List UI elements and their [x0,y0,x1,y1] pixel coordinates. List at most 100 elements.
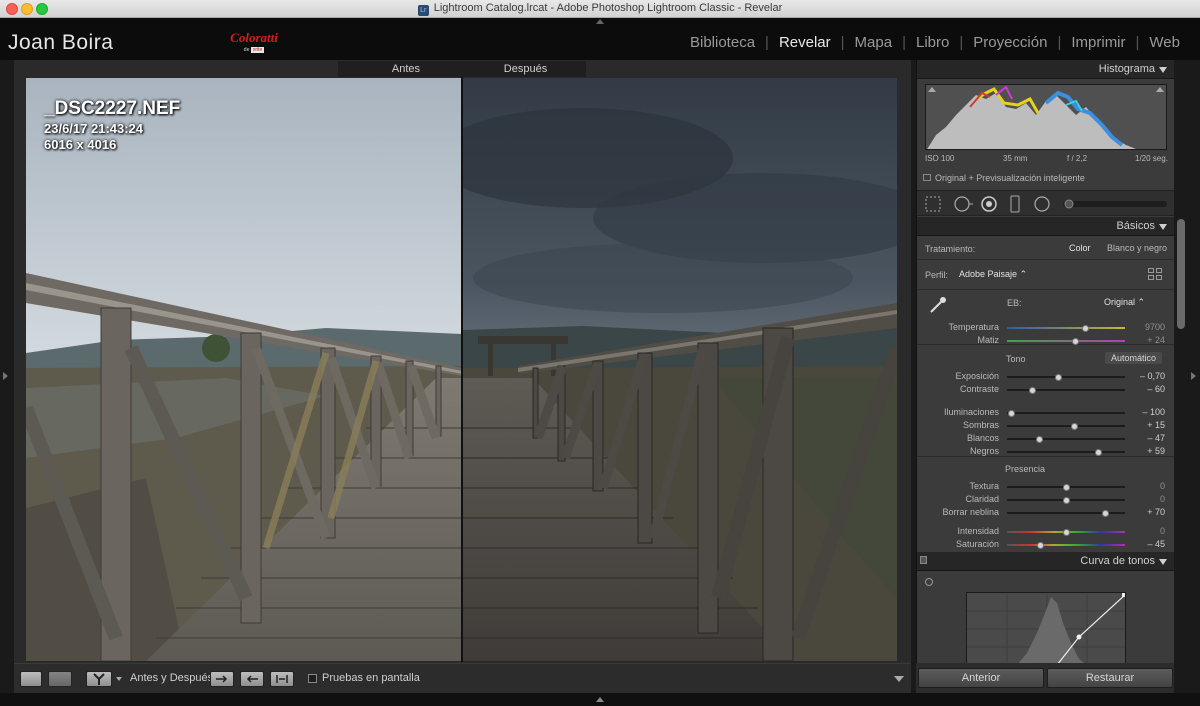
loupe-view-button[interactable] [20,671,42,687]
iluminaciones-slider-handle[interactable] [1007,409,1015,417]
sombras-value[interactable]: + 15 [1131,420,1165,430]
module-imprimir[interactable]: Imprimir [1061,34,1135,51]
tone-curve-header[interactable]: Curva de tonos [917,552,1174,571]
reset-button[interactable]: Restaurar [1047,668,1173,688]
right-panel-collapse-icon[interactable] [1191,372,1196,380]
after-photo[interactable] [463,78,897,661]
previous-settings-button[interactable]: Anterior [918,668,1044,688]
white-balance-eyedropper-icon[interactable] [926,294,948,316]
intensidad-value[interactable]: 0 [1131,526,1165,536]
matiz-label: Matiz [977,335,999,345]
exposicion-label: Exposición [955,371,999,381]
exposicion-value[interactable]: – 0,70 [1131,371,1165,381]
red-eye-tool-icon [981,196,997,212]
saturacion-slider[interactable] [1007,541,1125,549]
module-picker: Biblioteca | Revelar | Mapa | Libro | Proyección… [680,34,1190,51]
module-proyeccion[interactable]: Proyección [963,34,1057,51]
profile-label: Perfil: [925,270,949,280]
histogram-header[interactable]: Histograma [917,60,1174,79]
intensidad-slider[interactable] [1007,528,1125,536]
matiz-value[interactable]: + 24 [1131,335,1165,345]
borrar-neblina-slider-handle[interactable] [1101,509,1109,517]
claridad-value[interactable]: 0 [1131,494,1165,504]
exposicion-slider[interactable] [1007,373,1125,381]
tone-curve-graph[interactable] [966,592,1126,663]
right-panel-scrollbar[interactable] [1177,219,1185,329]
iluminaciones-slider[interactable] [1007,409,1125,417]
negros-value[interactable]: + 59 [1131,446,1165,456]
matiz-slider-handle[interactable] [1072,337,1080,345]
claridad-slider[interactable] [1007,496,1125,504]
module-web[interactable]: Web [1139,34,1190,51]
contraste-value[interactable]: – 60 [1131,384,1165,394]
saturacion-label: Saturación [955,539,999,549]
iluminaciones-value[interactable]: – 100 [1131,407,1165,417]
negros-slider-handle[interactable] [1094,448,1102,456]
stepper-arrows-icon: ⌃ [1137,297,1146,307]
targeted-adjustment-icon[interactable] [925,578,933,586]
blancos-slider-handle[interactable] [1035,435,1043,443]
profile-browser-icon[interactable] [1148,267,1162,280]
intensidad-label: Intensidad [957,526,999,536]
module-biblioteca[interactable]: Biblioteca [680,34,765,51]
profile-dropdown[interactable]: Adobe Paisaje ⌃ [959,269,1027,280]
module-revelar[interactable]: Revelar [769,34,841,51]
treatment-bw-option[interactable]: Blanco y negro [1107,243,1167,253]
soft-proofing-checkbox[interactable] [308,674,317,683]
before-photo[interactable]: _DSC2227.NEF 23/6/17 21:43:24 6016 x 401… [26,78,462,661]
identity-plate: Joan Boira [8,31,114,54]
copy-before-to-after-button[interactable] [210,671,234,687]
top-panel: Joan Boira Coloratti de xrite Biblioteca… [0,18,1200,60]
photo-filename: _DSC2227.NEF [44,98,181,119]
blancos-value[interactable]: – 47 [1131,433,1165,443]
borrar-neblina-slider[interactable] [1007,509,1125,517]
borrar-neblina-value[interactable]: + 70 [1131,507,1165,517]
intensidad-slider-handle[interactable] [1063,528,1070,536]
filmstrip-expand-icon[interactable] [596,697,604,702]
top-panel-collapse-icon[interactable] [596,19,604,24]
exposicion-slider-handle[interactable] [1054,373,1062,381]
contraste-slider-handle[interactable] [1028,386,1036,394]
textura-slider[interactable] [1007,483,1125,491]
saturacion-value[interactable]: – 45 [1131,539,1165,549]
matiz-slider[interactable] [1007,337,1125,345]
temperatura-slider[interactable] [1007,324,1125,332]
temperatura-slider-handle[interactable] [1081,324,1089,332]
blancos-slider[interactable] [1007,435,1125,443]
before-after-mode-button[interactable] [86,671,112,687]
sombras-slider[interactable] [1007,422,1125,430]
before-label: Antes [338,61,474,77]
negros-label: Negros [969,446,999,456]
white-balance-dropdown[interactable]: Original ⌃ [1104,297,1145,308]
negros-slider[interactable] [1007,448,1125,456]
claridad-slider-handle[interactable] [1063,496,1070,504]
module-mapa[interactable]: Mapa [845,34,903,51]
develop-right-panel: Histograma ISO 100 35 mm f / 2,2 1/20 se… [916,60,1174,663]
auto-tone-button[interactable]: Automático [1105,352,1163,364]
reference-view-button[interactable] [48,671,72,687]
panel-toggle-switch[interactable] [920,556,927,564]
textura-value[interactable]: 0 [1131,481,1165,491]
saturacion-slider-handle[interactable] [1037,541,1045,549]
treatment-color-option[interactable]: Color [1069,243,1091,253]
divider [917,289,1174,290]
toolbar-content-dropdown-icon[interactable] [894,676,904,682]
left-panel-expand-icon[interactable] [3,372,8,380]
swap-before-after-button[interactable] [270,671,294,687]
sombras-slider-handle[interactable] [1071,422,1079,430]
shadow-clipping-icon[interactable] [928,87,936,92]
temperatura-value[interactable]: 9700 [1131,322,1165,332]
highlight-clipping-icon[interactable] [1156,87,1164,92]
spot-removal-tool-icon [954,196,973,212]
stepper-arrows-icon: ⌃ [1019,269,1028,279]
view-mode-dropdown-icon[interactable] [116,677,122,681]
adjustment-brush-tool-icon [1063,199,1167,209]
histogram-graph[interactable] [925,84,1167,150]
photo-info-overlay: _DSC2227.NEF 23/6/17 21:43:24 6016 x 401… [44,98,180,152]
textura-slider-handle[interactable] [1063,483,1070,491]
copy-after-to-before-button[interactable] [240,671,264,687]
contraste-slider[interactable] [1007,386,1125,394]
claridad-label: Claridad [965,494,999,504]
basic-panel-header[interactable]: Básicos [917,217,1174,236]
module-libro[interactable]: Libro [906,34,959,51]
